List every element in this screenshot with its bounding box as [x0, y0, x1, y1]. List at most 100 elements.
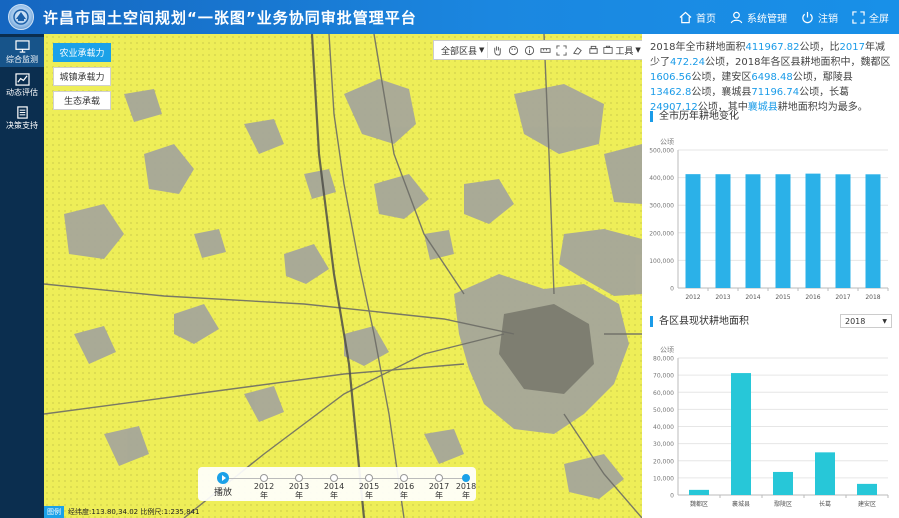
summary-part: 公顷，鄢陵县 [792, 72, 853, 83]
measure-tool[interactable] [539, 44, 552, 57]
info-icon [525, 45, 535, 55]
sidebar-item-decision[interactable]: 决策支持 [0, 103, 44, 133]
y-tick-label: 20,000 [653, 458, 674, 465]
map-coordinates: 经纬度:113.80,34.02 比例尺:1:235,841 [68, 508, 200, 516]
bar-鄢陵区[interactable] [773, 471, 793, 495]
bar-2015[interactable] [775, 174, 791, 288]
timeline-node-2016[interactable] [400, 474, 408, 482]
bar-襄城县[interactable] [731, 373, 751, 495]
legend-tag[interactable]: 图例 [44, 506, 64, 518]
sidebar-item-label: 动态评估 [6, 87, 38, 97]
stats-panel: 2018年全市耕地面积411967.82公顷，比2017年减少了472.24公顷… [642, 34, 899, 518]
timeline-node-2015[interactable] [365, 474, 373, 482]
summary-value: 472.24 [670, 57, 705, 68]
sidebar-item-monitoring[interactable]: 综合监测 [0, 37, 44, 67]
trend-bar-chart: 公顷 0 100,000 200,000 300,000 400,000 500,000 20… [649, 138, 889, 301]
y-tick-label: 0 [670, 286, 674, 293]
info-tool[interactable] [523, 44, 536, 57]
summary-part: 公顷，2018年各区县耕地面积中，魏都区 [705, 57, 891, 68]
nav-system-admin[interactable]: 系统管理 [730, 10, 787, 25]
monitor-icon [14, 39, 30, 53]
timeline-label-2016: 2016年 [393, 482, 415, 500]
summary-part: 公顷，比 [799, 42, 840, 53]
map-canvas[interactable] [44, 34, 642, 518]
bar-长葛[interactable] [815, 452, 835, 495]
summary-value: 1606.56 [650, 72, 692, 83]
play-button[interactable] [217, 472, 229, 484]
bar-魏都区[interactable] [689, 489, 709, 495]
layer-urban-button[interactable]: 城镇承载力 [53, 67, 111, 86]
timeline-node-2017[interactable] [435, 474, 443, 482]
layer-tool[interactable] [507, 44, 520, 57]
bar-2017[interactable] [835, 174, 851, 288]
chevron-down-icon: ▼ [882, 317, 887, 325]
x-tick-label: 鄢陵区 [774, 500, 792, 508]
bar-2018[interactable] [865, 174, 881, 288]
app-logo [8, 4, 34, 30]
x-tick-label: 2013 [715, 294, 730, 301]
y-tick-label: 80,000 [653, 356, 674, 363]
chart-unit-label: 公顷 [660, 138, 674, 146]
chevron-down-icon: ▼ [479, 46, 485, 54]
nav-home[interactable]: 首页 [679, 10, 716, 25]
bar-2013[interactable] [715, 174, 731, 288]
sidebar-item-label: 决策支持 [6, 120, 38, 130]
pan-tool[interactable] [491, 44, 504, 57]
ruler-icon [540, 47, 551, 53]
toolbox-icon [603, 45, 613, 54]
summary-part: 2018年全市耕地面积 [650, 42, 746, 53]
left-sidebar: 综合监测 动态评估 决策支持 [0, 34, 44, 518]
user-icon [730, 11, 743, 23]
header-nav: 首页 系统管理 注销 全屏 [679, 0, 889, 34]
year-select[interactable]: 2018 ▼ [840, 314, 892, 328]
y-tick-label: 40,000 [653, 424, 674, 431]
x-tick-label: 2017 [835, 294, 850, 301]
bar-2012[interactable] [685, 174, 701, 288]
x-tick-label: 2015 [775, 294, 790, 301]
y-tick-label: 400,000 [649, 175, 674, 182]
timeline-track [222, 478, 468, 479]
x-tick-label: 襄城县 [732, 500, 750, 508]
tools-menu[interactable]: 工具 ▼ [603, 44, 641, 57]
summary-part: 公顷，长葛 [799, 87, 850, 98]
summary-value: 6498.48 [751, 72, 793, 83]
summary-part: 公顷，襄城县 [691, 87, 752, 98]
timeline-node-2013[interactable] [295, 474, 303, 482]
nav-logout[interactable]: 注销 [801, 10, 838, 25]
bar-2016[interactable] [805, 173, 821, 288]
palette-icon [509, 45, 519, 55]
y-tick-label: 0 [670, 493, 674, 500]
document-icon [16, 105, 28, 119]
nav-system-admin-label: 系统管理 [747, 13, 787, 25]
x-tick-label: 建安区 [858, 500, 876, 508]
layer-agriculture-button[interactable]: 农业承载力 [53, 43, 111, 62]
timeline-node-2018[interactable] [462, 474, 470, 482]
summary-value: 13462.8 [650, 87, 692, 98]
timeline-node-2012[interactable] [260, 474, 268, 482]
summary-text: 2018年全市耕地面积411967.82公顷，比2017年减少了472.24公顷… [650, 40, 894, 115]
nav-fullscreen[interactable]: 全屏 [852, 10, 889, 25]
print-tool[interactable] [587, 44, 600, 57]
y-tick-label: 30,000 [653, 441, 674, 448]
bar-2014[interactable] [745, 174, 761, 288]
power-icon [802, 11, 813, 23]
clear-tool[interactable] [571, 44, 584, 57]
eraser-icon [573, 46, 583, 55]
y-tick-label: 70,000 [653, 373, 674, 380]
timeline-node-2014[interactable] [330, 474, 338, 482]
region-select-value: 全部区县 [441, 46, 478, 57]
tools-menu-label: 工具 [615, 46, 634, 57]
summary-value: 411967.82 [745, 42, 800, 53]
map-view[interactable]: 农业承载力 城镇承载力 生态承载 全部区县 ▼ 工具 ▼ 播放 2012年 20… [44, 34, 642, 518]
region-select[interactable]: 全部区县 ▼ [438, 42, 489, 58]
bar-建安区[interactable] [857, 483, 877, 495]
nav-logout-label: 注销 [818, 13, 838, 25]
nav-home-label: 首页 [696, 13, 716, 25]
fullextent-tool[interactable] [555, 44, 568, 57]
summary-part: 公顷，建安区 [691, 72, 752, 83]
sidebar-item-evaluation[interactable]: 动态评估 [0, 70, 44, 100]
y-tick-label: 10,000 [653, 475, 674, 482]
layer-ecology-button[interactable]: 生态承载 [53, 91, 111, 110]
expand-icon [556, 44, 567, 56]
app-header: 许昌市国土空间规划“一张图”业务协同审批管理平台 首页 系统管理 注销 全屏 [0, 0, 899, 34]
